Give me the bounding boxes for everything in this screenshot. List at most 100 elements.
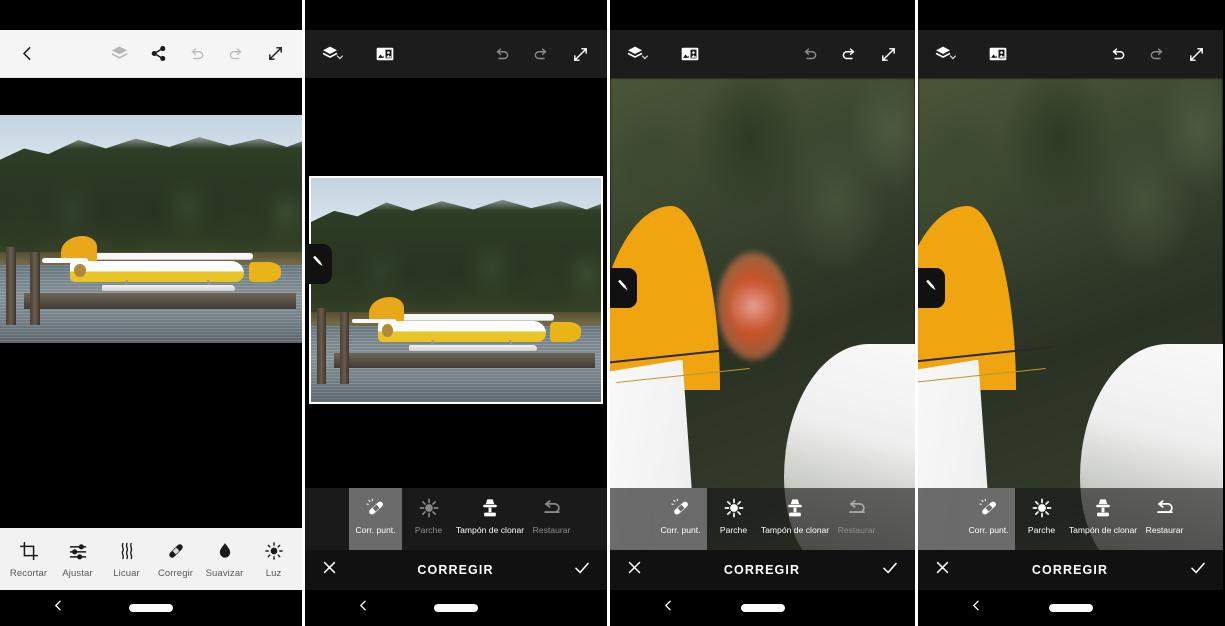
edit-tool-label: Parche (1027, 525, 1056, 535)
nav-back-icon[interactable] (52, 599, 65, 617)
top-bar-home (0, 30, 302, 78)
canvas-edit[interactable] (305, 78, 607, 522)
nav-back-icon[interactable] (662, 599, 675, 617)
undo-icon[interactable] (795, 39, 825, 69)
compare-image-icon[interactable] (370, 39, 400, 69)
redo-icon[interactable] (1142, 39, 1172, 69)
close-icon[interactable] (934, 559, 951, 581)
redo-icon[interactable] (834, 39, 864, 69)
tool-label: Corregir (157, 567, 194, 579)
layers-icon[interactable] (104, 39, 134, 69)
scene-piling (340, 312, 350, 385)
droplet-icon (215, 540, 235, 562)
close-icon[interactable] (321, 559, 338, 581)
nav-home-pill[interactable] (129, 604, 173, 612)
tool-corregir[interactable]: Corregir (151, 540, 200, 579)
undo-icon[interactable] (182, 39, 212, 69)
spot-heal-icon (365, 497, 387, 519)
liquify-icon (117, 540, 137, 562)
layers-chevron-icon[interactable] (930, 39, 960, 69)
edit-tool-strip: Corr. punt. Parche Tampón de clonar Rest… (610, 488, 915, 550)
status-bar (0, 0, 302, 30)
scene-seaplane (351, 296, 581, 359)
nav-home-pill[interactable] (434, 604, 478, 612)
nav-home-pill[interactable] (740, 604, 785, 612)
confirm-bar-title: CORREGIR (417, 563, 494, 577)
status-bar (918, 0, 1223, 30)
screenshot-strip: Recortar Ajustar Licuar Corregir Suaviza… (0, 0, 1225, 626)
back-arrow-icon[interactable] (12, 39, 42, 69)
top-bar-edit (305, 30, 607, 78)
expand-icon[interactable] (1181, 39, 1211, 69)
panel-corregir-opened: Corr. punt. Parche Tampón de clonar Rest… (305, 0, 607, 626)
expand-icon[interactable] (565, 39, 595, 69)
edit-tool-corr-punt[interactable]: Corr. punt. (962, 488, 1015, 550)
edit-tool-label: Parche (719, 525, 748, 535)
edit-tool-parche[interactable]: Parche (707, 488, 760, 550)
brush-settings-handle[interactable] (610, 268, 637, 308)
photo-seaplane[interactable] (309, 176, 603, 404)
edit-tool-label: Tampón de clonar (1068, 525, 1138, 535)
edit-tool-corr-punt[interactable]: Corr. punt. (349, 488, 402, 550)
tool-strip-trail-pad (578, 488, 607, 550)
tool-luz[interactable]: Luz (249, 540, 298, 579)
nav-back-icon[interactable] (970, 599, 983, 617)
compare-image-icon[interactable] (983, 39, 1013, 69)
edit-tool-strip: Corr. punt. Parche Tampón de clonar Rest… (305, 488, 607, 550)
confirm-bar: CORREGIR (305, 550, 607, 590)
sliders-icon (68, 540, 88, 562)
tool-label: Recortar (9, 567, 48, 579)
check-icon[interactable] (1189, 559, 1207, 582)
redo-icon[interactable] (221, 39, 251, 69)
expand-icon[interactable] (873, 39, 903, 69)
share-icon[interactable] (143, 39, 173, 69)
tool-strip-lead-pad (610, 488, 654, 550)
clone-stamp-icon (479, 497, 501, 519)
brush-settings-handle[interactable] (918, 268, 945, 308)
edit-tool-strip: Corr. punt. Parche Tampón de clonar Rest… (918, 488, 1223, 550)
edit-tool-tampon-clonar[interactable]: Tampón de clonar (1068, 488, 1138, 550)
tool-strip-lead-pad (918, 488, 962, 550)
top-bar-edit (918, 30, 1223, 78)
edit-tool-parche[interactable]: Parche (402, 488, 455, 550)
photo-seaplane[interactable] (0, 115, 302, 343)
expand-icon[interactable] (260, 39, 290, 69)
heal-selection-overlay[interactable] (716, 252, 790, 360)
tool-strip-lead-pad (305, 488, 349, 550)
brush-icon (310, 253, 327, 275)
edit-tool-tampon-clonar[interactable]: Tampón de clonar (455, 488, 525, 550)
tool-recortar[interactable]: Recortar (4, 540, 53, 579)
photo-scene (311, 178, 601, 402)
tool-licuar[interactable]: Licuar (102, 540, 151, 579)
layers-chevron-icon[interactable] (622, 39, 652, 69)
redo-icon[interactable] (526, 39, 556, 69)
edit-tool-label: Parche (414, 525, 443, 535)
edit-tool-corr-punt[interactable]: Corr. punt. (654, 488, 707, 550)
nav-home-pill[interactable] (1048, 604, 1093, 612)
check-icon[interactable] (881, 559, 899, 582)
nav-back-icon[interactable] (357, 599, 370, 617)
status-bar (610, 0, 915, 30)
edit-tool-restaurar[interactable]: Restaurar (1138, 488, 1191, 550)
edit-tool-label: Tampón de clonar (760, 525, 830, 535)
undo-icon[interactable] (487, 39, 517, 69)
tool-suavizar[interactable]: Suavizar (200, 540, 249, 579)
plane-fuselage (378, 320, 546, 342)
layers-chevron-icon[interactable] (317, 39, 347, 69)
scene-seaplane (42, 235, 281, 299)
edit-tool-restaurar[interactable]: Restaurar (830, 488, 883, 550)
brush-settings-handle[interactable] (305, 244, 332, 284)
tool-ajustar[interactable]: Ajustar (53, 540, 102, 579)
edit-tool-parche[interactable]: Parche (1015, 488, 1068, 550)
check-icon[interactable] (573, 559, 591, 582)
close-icon[interactable] (626, 559, 643, 581)
crop-icon (19, 540, 39, 562)
tool-label: Luz (265, 567, 282, 579)
android-nav-bar (610, 590, 915, 626)
compare-image-icon[interactable] (675, 39, 705, 69)
edit-tool-tampon-clonar[interactable]: Tampón de clonar (760, 488, 830, 550)
edit-tool-restaurar[interactable]: Restaurar (525, 488, 578, 550)
undo-icon[interactable] (1103, 39, 1133, 69)
canvas-home[interactable] (0, 78, 302, 528)
panel-home-editor: Recortar Ajustar Licuar Corregir Suaviza… (0, 0, 302, 626)
